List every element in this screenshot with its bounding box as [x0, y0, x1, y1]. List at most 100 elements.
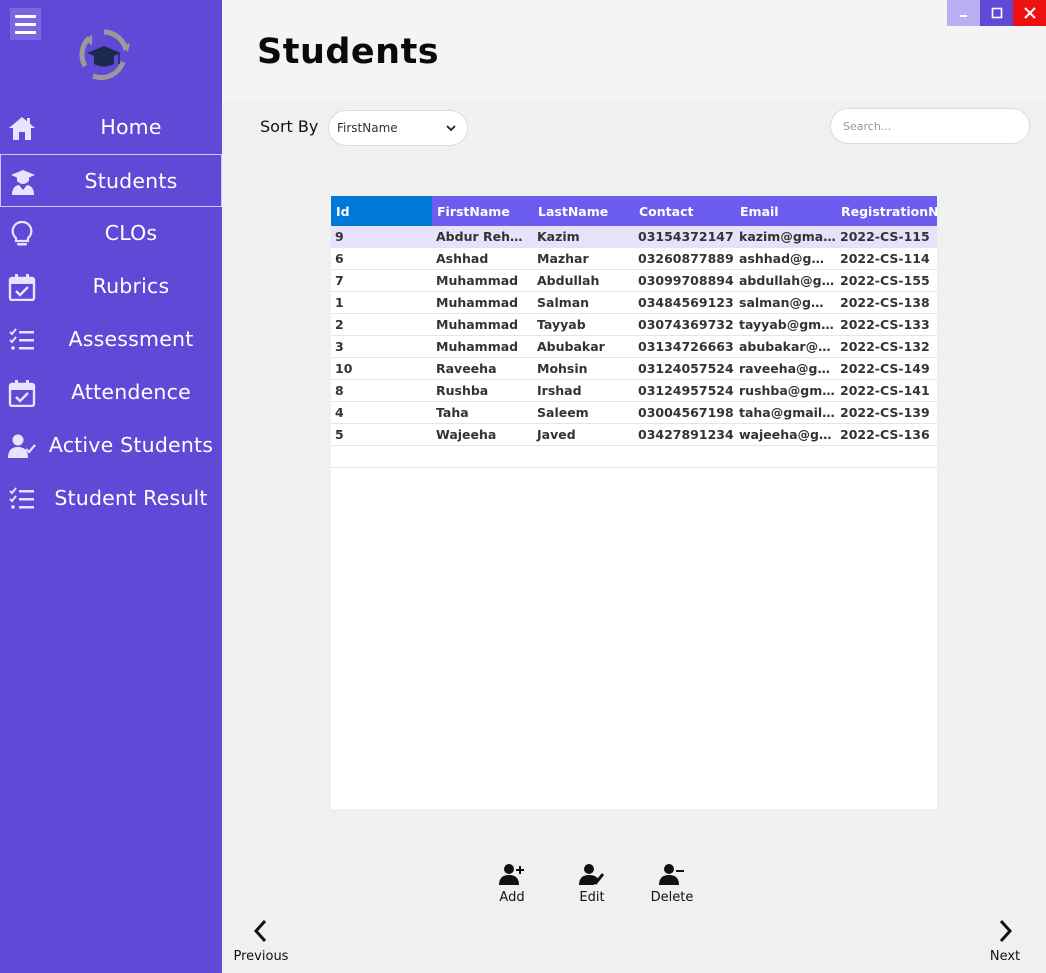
cell-contact: 03124957524 [638, 383, 734, 398]
column-header-email[interactable]: Email [735, 196, 836, 226]
checklist-icon [9, 328, 34, 350]
cell-registration: 2022-CS-139 [840, 405, 930, 420]
table-body: 9 Abdur Rehman Kazim 03154372147 kazim@gmail… [331, 226, 937, 468]
close-button[interactable] [1013, 0, 1046, 26]
sidebar-item-student-result[interactable]: Student Result [0, 472, 222, 525]
minimize-icon [959, 15, 967, 17]
cell-firstname: Ashhad [436, 251, 489, 266]
sidebar-item-clos[interactable]: CLOs [0, 207, 222, 260]
menu-icon-bar [15, 14, 36, 18]
table-row[interactable]: 2 Muhammad Tayyab 03074369732 tayyab@gmail.c… [331, 314, 937, 336]
sidebar-item-rubrics[interactable]: Rubrics [0, 260, 222, 313]
sidebar-item-assessment[interactable]: Assessment [0, 313, 222, 366]
cell-id: 9 [335, 229, 344, 244]
cell-contact: 03004567198 [638, 405, 734, 420]
cell-contact: 03427891234 [638, 427, 734, 442]
column-header-firstname[interactable]: FirstName [432, 196, 533, 226]
table-row[interactable]: 5 Wajeeha Javed 03427891234 wajeeha@gmail.co… [331, 424, 937, 446]
sort-by-dropdown[interactable]: FirstName [328, 110, 468, 146]
cell-firstname: Muhammad [436, 273, 519, 288]
sidebar-item-label: Rubrics [92, 274, 170, 298]
previous-label: Previous [233, 949, 289, 964]
cell-contact: 03099708894 [638, 273, 734, 288]
chevron-down-icon [446, 125, 456, 132]
delete-button-label: Delete [650, 890, 694, 905]
cell-registration: 2022-CS-133 [840, 317, 930, 332]
column-header-registration[interactable]: RegistrationNu [836, 196, 937, 226]
cell-email: ashhad@gmail.com [739, 251, 836, 266]
edit-button[interactable]: Edit [562, 862, 622, 908]
table-row[interactable]: 7 Muhammad Abdullah 03099708894 abdullah@gma… [331, 270, 937, 292]
table-row[interactable]: 1 Muhammad Salman 03484569123 salman@gmail.c… [331, 292, 937, 314]
cell-registration: 2022-CS-141 [840, 383, 930, 398]
add-button[interactable]: Add [482, 862, 542, 908]
maximize-icon [991, 7, 1002, 19]
cell-firstname: Muhammad [436, 295, 519, 310]
cell-contact: 03260877889 [638, 251, 734, 266]
minimize-button[interactable] [947, 0, 980, 26]
cell-contact: 03484569123 [638, 295, 734, 310]
sidebar-item-attendence[interactable]: Attendence [0, 366, 222, 419]
cell-id: 2 [335, 317, 344, 332]
app-logo-icon [79, 29, 130, 81]
cell-email: abdullah@gmail.com [739, 273, 836, 288]
table-row[interactable]: 9 Abdur Rehman Kazim 03154372147 kazim@gmail… [331, 226, 937, 248]
edit-user-icon [579, 864, 605, 885]
cell-firstname: Muhammad [436, 339, 519, 354]
cell-id: 4 [335, 405, 344, 420]
sidebar-item-label: Active Students [48, 433, 214, 457]
table-row[interactable]: 3 Muhammad Abubakar 03134726663 abubakar@gma… [331, 336, 937, 358]
cell-firstname: Abdur Rehman [436, 229, 533, 244]
cell-lastname: Irshad [537, 383, 582, 398]
sidebar-item-home[interactable]: Home [0, 101, 222, 154]
cell-firstname: Taha [436, 405, 469, 420]
cell-lastname: Kazim [537, 229, 580, 244]
maximize-button[interactable] [980, 0, 1013, 26]
cell-id: 8 [335, 383, 344, 398]
chevron-left-icon [253, 919, 267, 943]
cell-email: wajeeha@gmail.com [739, 427, 836, 442]
cell-firstname: Wajeeha [436, 427, 497, 442]
cell-lastname: Mohsin [537, 361, 588, 376]
close-icon [1023, 7, 1036, 19]
cell-lastname: Javed [537, 427, 576, 442]
sort-by-label: Sort By [260, 117, 319, 136]
cell-id: 1 [335, 295, 344, 310]
table-row[interactable]: 10 Raveeha Mohsin 03124057524 raveeha@gmail.… [331, 358, 937, 380]
menu-icon-bar [15, 22, 36, 26]
column-header-id[interactable]: Id [331, 196, 432, 226]
sidebar-item-students[interactable]: Students [0, 154, 222, 207]
table-row[interactable]: 6 Ashhad Mazhar 03260877889 ashhad@gmail.com… [331, 248, 937, 270]
search-input[interactable] [830, 108, 1030, 144]
table-row[interactable]: 8 Rushba Irshad 03124957524 rushba@gmail.com… [331, 380, 937, 402]
cell-id: 6 [335, 251, 344, 266]
column-header-lastname[interactable]: LastName [533, 196, 634, 226]
cell-lastname: Tayyab [537, 317, 586, 332]
cell-firstname: Rushba [436, 383, 489, 398]
cell-email: taha@gmail.com [739, 405, 836, 420]
cell-id: 5 [335, 427, 344, 442]
sidebar-item-label: Assessment [68, 327, 194, 351]
table-row[interactable]: 4 Taha Saleem 03004567198 taha@gmail.com 2022… [331, 402, 937, 424]
cell-firstname: Muhammad [436, 317, 519, 332]
home-icon [9, 117, 35, 140]
cell-lastname: Saleem [537, 405, 589, 420]
hamburger-menu-button[interactable] [10, 8, 41, 40]
delete-button[interactable]: Delete [642, 862, 702, 908]
cell-registration: 2022-CS-132 [840, 339, 930, 354]
checklist-icon [9, 487, 34, 509]
column-header-contact[interactable]: Contact [634, 196, 735, 226]
cell-lastname: Salman [537, 295, 590, 310]
next-button[interactable]: Next [984, 918, 1026, 964]
students-table: Id FirstName LastName Contact Email Regi… [331, 196, 937, 809]
edit-button-label: Edit [579, 890, 605, 905]
cell-registration: 2022-CS-138 [840, 295, 930, 310]
previous-button[interactable]: Previous [232, 918, 290, 964]
cell-email: rushba@gmail.com [739, 383, 836, 398]
cell-registration: 2022-CS-114 [840, 251, 930, 266]
user-check-icon [8, 434, 36, 458]
cell-email: salman@gmail.com [739, 295, 836, 310]
sidebar-item-label: CLOs [104, 221, 158, 245]
sidebar-item-active-students[interactable]: Active Students [0, 419, 222, 472]
new-row-placeholder[interactable] [331, 446, 937, 468]
